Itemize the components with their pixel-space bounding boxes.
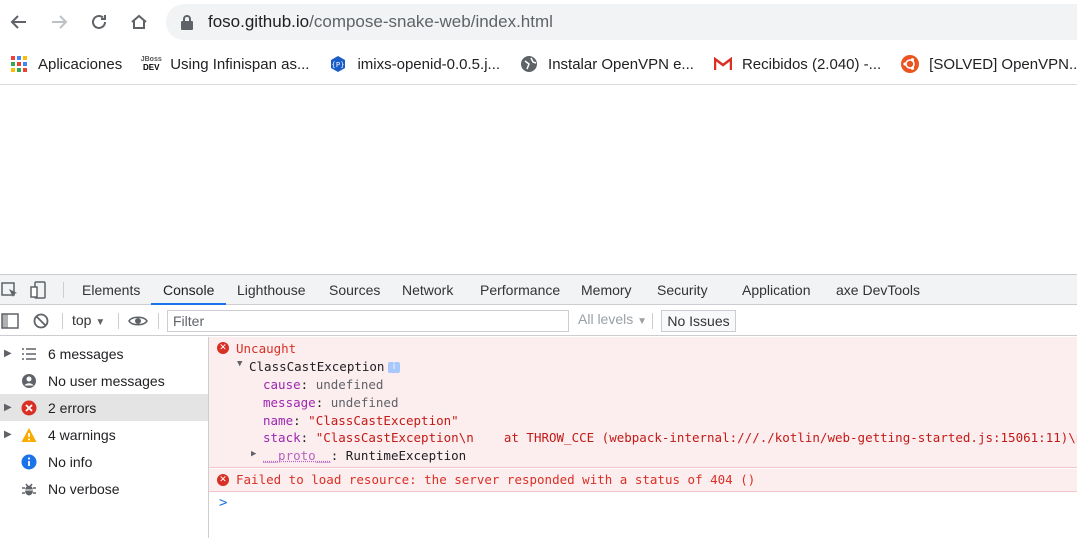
devtools-tabbar: Elements Console Lighthouse Sources Netw… [0,275,1077,305]
info-badge-icon[interactable]: i [388,362,400,373]
bookmarks-bar: Aplicaciones JBoss DEV Using Infinispan a… [0,44,1077,85]
tab-application[interactable]: Application [742,275,811,305]
ubuntu-icon [901,55,919,73]
forward-button[interactable] [44,7,74,37]
address-bar[interactable]: foso.github.io/compose-snake-web/index.h… [166,4,1077,40]
tab-memory[interactable]: Memory [581,275,632,305]
tab-security[interactable]: Security [657,275,708,305]
prop-proto[interactable]: __proto__: RuntimeException [263,448,466,463]
prop-message: message: undefined [263,395,398,410]
sidebar-item-messages[interactable]: ▶ 6 messages [0,340,208,367]
bookmark-imixs[interactable]: {P} imixs-openid-0.0.5.j... [329,55,500,73]
dropdown-arrow-icon: ▼ [95,317,105,328]
console-prompt[interactable]: > [219,495,227,511]
context-selector[interactable]: top ▼ [72,312,105,328]
arrow-right-icon [49,12,69,32]
tab-elements[interactable]: Elements [82,275,140,305]
tabbar-divider [63,282,64,298]
tab-axe-devtools[interactable]: axe DevTools [836,275,920,305]
warning-icon [21,427,37,443]
toolbar-divider [652,313,653,329]
bookmark-solved-openvpn[interactable]: [SOLVED] OpenVPN... [901,55,1077,73]
error-icon: ✕ [217,474,229,486]
user-icon [21,373,37,389]
sidebar-item-warnings[interactable]: ▶ 4 warnings [0,421,208,448]
sidebar-item-user-messages[interactable]: No user messages [0,367,208,394]
issues-button[interactable]: No Issues [661,310,736,332]
toolbar-divider [62,313,63,329]
gmail-icon [714,55,732,73]
prop-cause: cause: undefined [263,377,383,392]
console-toolbar: top ▼ Filter All levels ▼ No Issues [0,306,1077,336]
bookmark-openvpn-install[interactable]: Instalar OpenVPN e... [520,55,694,73]
svg-text:{P}: {P} [332,61,345,69]
bookmark-gmail[interactable]: Recibidos (2.040) -... [714,55,881,73]
console-output: ✕ Uncaught ▼ ClassCastException i cause:… [209,337,1077,538]
reload-icon [89,12,109,32]
toolbar-divider [118,313,119,329]
prop-stack: stack: "ClassCastException\n at THROW_CC… [263,430,1077,445]
expand-arrow-icon: ▶ [4,402,12,413]
sidebar-item-errors[interactable]: ▶ 2 errors [0,394,208,421]
inspect-element-icon[interactable] [0,281,20,299]
bug-icon [21,481,37,497]
browser-toolbar: foso.github.io/compose-snake-web/index.h… [0,0,1077,44]
home-icon [129,12,149,32]
info-icon [21,454,37,470]
prop-name: name: "ClassCastException" [263,413,459,428]
sidebar-toggle-icon[interactable] [0,312,20,330]
home-button[interactable] [124,7,154,37]
error-icon [21,400,37,416]
console-error-uncaught: ✕ Uncaught ▼ ClassCastException i cause:… [209,337,1077,468]
tab-console[interactable]: Console [151,275,226,305]
page-content [0,86,1077,274]
bookmark-aplicaciones[interactable]: Aplicaciones [10,55,122,73]
clear-console-icon[interactable] [31,312,51,330]
jboss-dev-icon: JBoss DEV [142,55,160,73]
uncaught-label: Uncaught [236,341,296,356]
sidebar-item-info[interactable]: No info [0,448,208,475]
tab-performance[interactable]: Performance [480,275,560,305]
package-icon: {P} [329,55,347,73]
console-sidebar: ▶ 6 messages No user messages ▶ 2 errors… [0,337,209,538]
back-button[interactable] [4,7,34,37]
tab-network[interactable]: Network [402,275,453,305]
error-icon: ✕ [217,342,229,354]
list-icon [21,346,37,362]
exception-name[interactable]: ClassCastException [249,359,384,374]
reload-button[interactable] [84,7,114,37]
url-text: foso.github.io/compose-snake-web/index.h… [208,12,553,32]
log-levels-dropdown[interactable]: All levels ▼ [578,311,647,327]
arrow-left-icon [9,12,29,32]
eye-icon[interactable] [128,312,148,330]
apps-grid-icon [10,55,28,73]
expand-arrow-icon: ▶ [4,429,12,440]
sidebar-item-verbose[interactable]: No verbose [0,475,208,502]
expand-arrow-icon: ▶ [4,348,12,359]
collapse-arrow-icon[interactable]: ▼ [237,359,242,369]
tab-lighthouse[interactable]: Lighthouse [237,275,306,305]
console-error-404: ✕ Failed to load resource: the server re… [209,469,1077,492]
expand-arrow-icon[interactable]: ▶ [251,449,256,459]
globe-icon [520,55,538,73]
error-404-message: Failed to load resource: the server resp… [236,472,755,487]
dropdown-arrow-icon: ▼ [637,316,647,327]
filter-input[interactable]: Filter [167,310,569,332]
devtools-panel: Elements Console Lighthouse Sources Netw… [0,274,1077,538]
bookmark-infinispan[interactable]: JBoss DEV Using Infinispan as... [142,55,309,73]
device-toolbar-icon[interactable] [29,281,49,299]
tab-sources[interactable]: Sources [329,275,380,305]
lock-icon [180,14,194,30]
toolbar-divider [158,313,159,329]
